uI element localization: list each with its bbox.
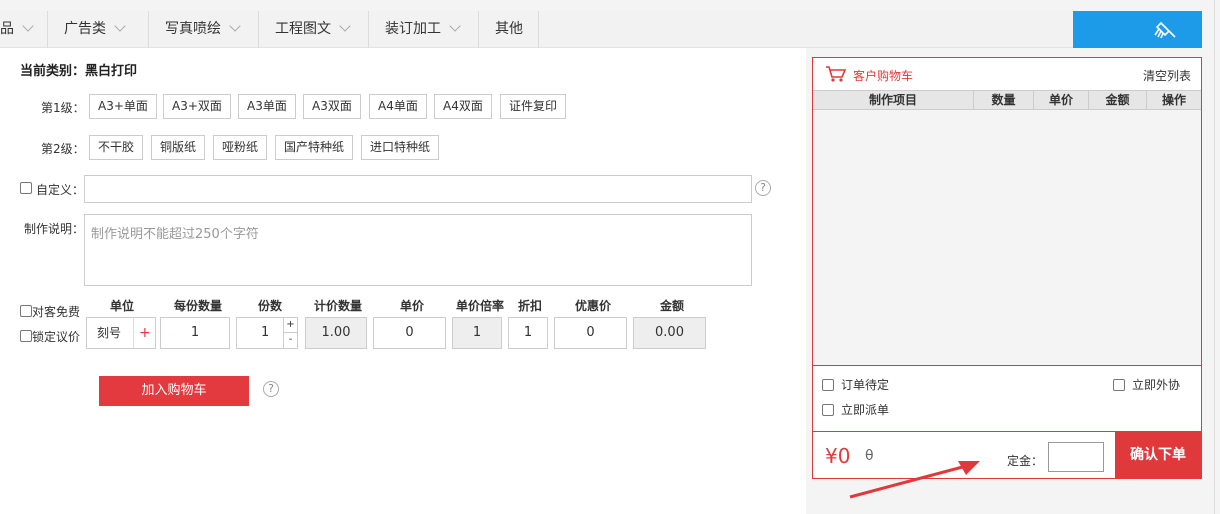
- category-tab-bar: 品 广告类 写真喷绘 工程图文 装订加工 其他: [0, 11, 1202, 48]
- level1-option-a3plus-double[interactable]: A3+双面: [163, 94, 231, 119]
- header-amount: 金额: [660, 299, 685, 313]
- tab-engineering[interactable]: 工程图文: [259, 11, 369, 48]
- header-per-qty: 每份数量: [174, 299, 223, 313]
- chevron-down-icon: [229, 20, 241, 32]
- tab-label: 品: [0, 21, 14, 37]
- header-priced-qty: 计价数量: [314, 299, 363, 313]
- tab-photo-printing[interactable]: 写真喷绘: [149, 11, 259, 48]
- chevron-down-icon: [339, 20, 351, 32]
- copies-input[interactable]: 1 + -: [236, 317, 298, 349]
- chevron-down-icon: [22, 20, 34, 32]
- outsource-checkbox[interactable]: [1113, 379, 1125, 391]
- level1-option-id-copy[interactable]: 证件复印: [500, 94, 567, 119]
- unit-price-input[interactable]: 0: [373, 317, 446, 349]
- col-action: 操作: [1161, 93, 1186, 107]
- tab-label: 工程图文: [275, 21, 331, 37]
- level1-option-a4-single[interactable]: A4单面: [369, 94, 427, 119]
- current-category: 当前类别：黑白打印: [20, 64, 138, 79]
- free-label: 对客免费: [32, 305, 81, 319]
- form-bottom-area: [0, 428, 806, 514]
- clear-list-button[interactable]: 清空列表: [1143, 67, 1191, 84]
- pending-label: 订单待定: [841, 378, 890, 392]
- col-unit-price: 单价: [1034, 91, 1089, 109]
- add-to-cart-button[interactable]: 加入购物车: [99, 376, 249, 406]
- level1-option-a3-single[interactable]: A3单面: [238, 94, 296, 119]
- notes-label: 制作说明：: [24, 222, 85, 236]
- lock-price-checkbox[interactable]: [20, 330, 32, 342]
- level2-option-imported-special[interactable]: 进口特种纸: [361, 135, 440, 160]
- pending-checkbox[interactable]: [822, 379, 834, 391]
- price-ratio-field: 1: [452, 317, 502, 349]
- col-amount: 金额: [1089, 91, 1147, 109]
- level1-option-a3-double[interactable]: A3双面: [303, 94, 361, 119]
- discount-input[interactable]: 1: [508, 317, 548, 349]
- amount-field: 0.00: [633, 317, 706, 349]
- header-unit: 单位: [110, 299, 135, 313]
- copies-value: 1: [261, 325, 270, 340]
- chevron-down-icon: [114, 20, 126, 32]
- help-icon[interactable]: ?: [263, 381, 279, 397]
- scrollbar[interactable]: [1214, 0, 1220, 514]
- header-unit-price: 单价: [400, 299, 425, 313]
- tab-label: 其他: [495, 21, 523, 37]
- priced-qty-field: 1.00: [305, 317, 367, 349]
- col-item: 制作项目: [813, 91, 974, 109]
- header-copies: 份数: [258, 299, 283, 313]
- tab-advertising[interactable]: 广告类: [48, 11, 149, 48]
- tab-products[interactable]: 品: [0, 11, 48, 48]
- free-checkbox[interactable]: [20, 305, 32, 317]
- decrement-button[interactable]: -: [283, 333, 297, 348]
- annotation-arrow: [849, 461, 980, 499]
- outsource-label: 立即外协: [1132, 378, 1181, 392]
- increment-button[interactable]: +: [283, 318, 297, 333]
- header-discount: 折扣: [518, 299, 543, 313]
- level1-option-a4-double[interactable]: A4双面: [434, 94, 492, 119]
- level1-label: 第1级：: [41, 101, 85, 115]
- level2-option-matte[interactable]: 哑粉纸: [213, 135, 268, 160]
- header-price-ratio: 单价倍率: [456, 299, 505, 313]
- customer-cart-panel: 客户购物车 清空列表 制作项目 数量 单价 金额 操作 订单待定 立即派单 立即…: [812, 57, 1202, 479]
- special-price-input[interactable]: 0: [554, 317, 627, 349]
- cart-table-header: 制作项目 数量 单价 金额 操作: [813, 90, 1201, 110]
- tab-label: 写真喷绘: [165, 21, 221, 37]
- unit-select[interactable]: 刻号 +: [86, 317, 156, 349]
- deposit-label: 定金：: [1007, 454, 1044, 468]
- custom-input[interactable]: [84, 175, 752, 203]
- tab-binding[interactable]: 装订加工: [369, 11, 479, 48]
- notes-placeholder: 制作说明不能超过250个字符: [91, 227, 259, 242]
- unit-value: 刻号: [97, 326, 122, 340]
- col-qty: 数量: [974, 91, 1034, 109]
- custom-checkbox[interactable]: [20, 182, 32, 194]
- help-icon[interactable]: ?: [755, 180, 771, 196]
- cart-header: 客户购物车 清空列表: [813, 58, 1201, 90]
- deposit-input[interactable]: [1048, 442, 1104, 472]
- broom-button[interactable]: [1073, 11, 1202, 48]
- per-qty-input[interactable]: 1: [160, 317, 230, 349]
- level1-option-a3plus-single[interactable]: A3+单面: [89, 94, 157, 119]
- header-special-price: 优惠价: [575, 299, 612, 313]
- shopping-cart-icon: [826, 66, 847, 82]
- dispatch-label: 立即派单: [841, 403, 890, 417]
- cart-title: 客户购物车: [853, 69, 914, 83]
- lock-price-label: 锁定议价: [32, 330, 81, 344]
- confirm-order-button[interactable]: 确认下单: [1115, 432, 1201, 479]
- custom-label: 自定义：: [36, 183, 85, 197]
- broom-icon: [1154, 21, 1176, 39]
- dispatch-checkbox[interactable]: [822, 404, 834, 416]
- level2-option-coated[interactable]: 铜版纸: [151, 135, 206, 160]
- chevron-down-icon: [449, 20, 461, 32]
- cart-items-list: [813, 110, 1201, 366]
- notes-textarea[interactable]: 制作说明不能超过250个字符: [84, 214, 752, 286]
- tab-label: 装订加工: [385, 21, 441, 37]
- level2-option-domestic-special[interactable]: 国产特种纸: [275, 135, 354, 160]
- tab-other[interactable]: 其他: [479, 11, 539, 48]
- tab-label: 广告类: [64, 21, 106, 37]
- plus-icon[interactable]: +: [139, 318, 151, 348]
- level2-option-sticker[interactable]: 不干胶: [89, 135, 144, 160]
- level2-label: 第2级：: [41, 142, 85, 156]
